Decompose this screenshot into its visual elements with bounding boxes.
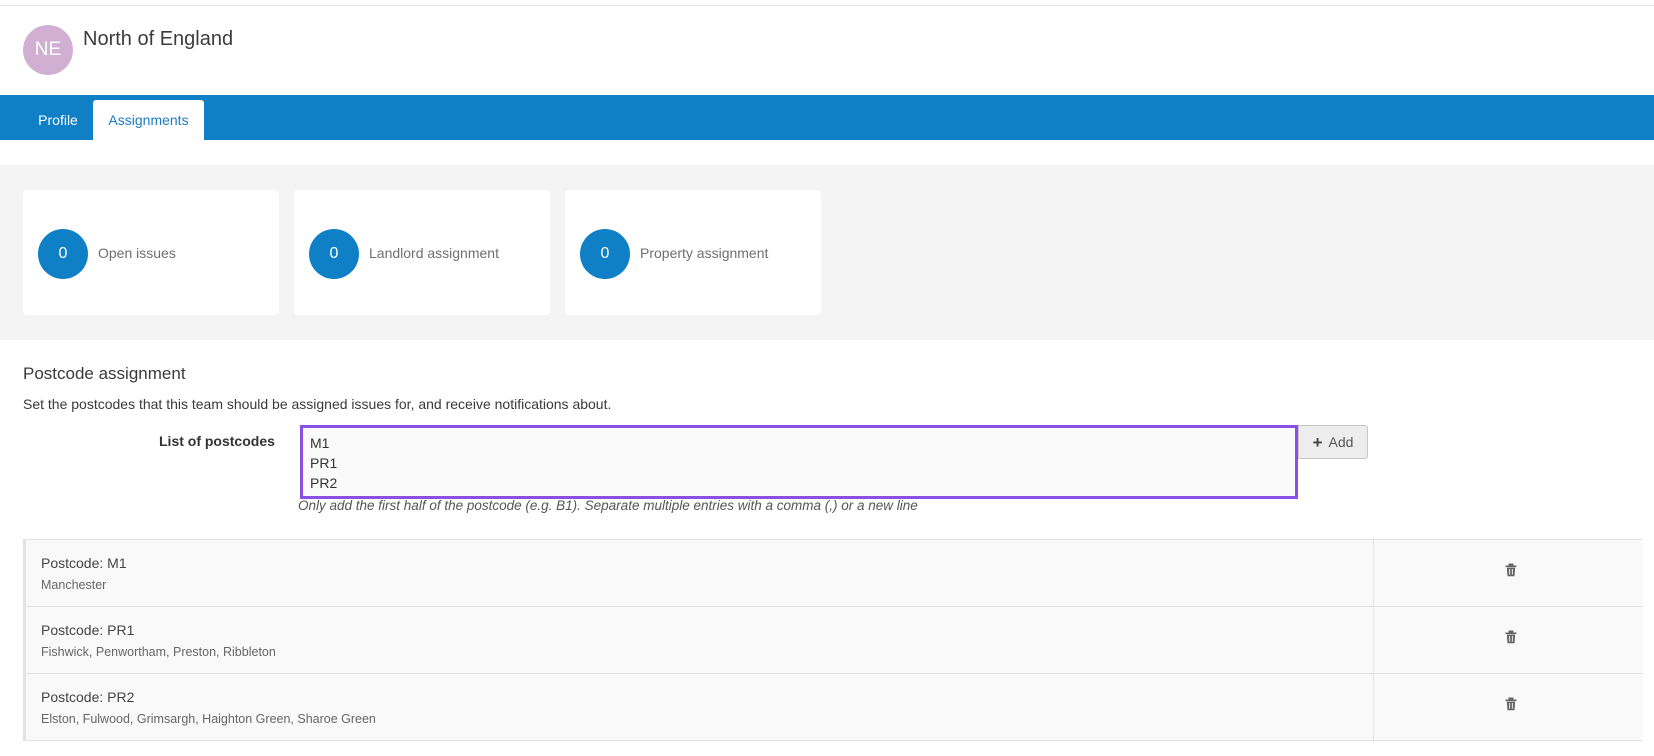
postcode-areas: Elston, Fulwood, Grimsargh, Haighton Gre… xyxy=(41,712,376,726)
postcode-row-m1: Postcode: M1 Manchester xyxy=(23,540,1643,607)
postcode-action-cell xyxy=(1373,674,1647,740)
postcodes-help-text: Only add the first half of the postcode … xyxy=(298,498,918,513)
postcode-title: Postcode: M1 xyxy=(41,555,127,571)
postcode-title: Postcode: PR1 xyxy=(41,622,135,638)
tab-bar: Profile Assignments xyxy=(0,95,1654,140)
tab-assignments[interactable]: Assignments xyxy=(93,100,204,140)
postcode-areas: Manchester xyxy=(41,578,107,592)
page-title: North of England xyxy=(83,28,234,50)
postcodes-field-label: List of postcodes xyxy=(159,433,275,449)
stat-label: Open issues xyxy=(98,245,176,261)
postcode-areas: Fishwick, Penwortham, Preston, Ribbleton xyxy=(41,645,276,659)
stat-card-open-issues: 0 Open issues xyxy=(23,190,279,315)
trash-icon[interactable] xyxy=(1504,697,1518,711)
stat-label: Property assignment xyxy=(640,245,769,261)
stat-count: 0 xyxy=(580,229,630,279)
section-description: Set the postcodes that this team should … xyxy=(23,396,612,412)
stat-card-landlord-assignment: 0 Landlord assignment xyxy=(294,190,550,315)
plus-icon: + xyxy=(1312,432,1323,452)
avatar: NE xyxy=(23,25,73,75)
add-button-label: Add xyxy=(1328,434,1354,450)
add-postcode-button[interactable]: + Add xyxy=(1298,425,1368,459)
stat-label: Landlord assignment xyxy=(369,245,499,261)
postcode-list: Postcode: M1 Manchester Postcode: PR1 Fi… xyxy=(23,539,1643,741)
postcode-title: Postcode: PR2 xyxy=(41,689,135,705)
stat-card-property-assignment: 0 Property assignment xyxy=(565,190,821,315)
postcodes-input[interactable]: M1 PR1 PR2 xyxy=(300,425,1298,499)
trash-icon[interactable] xyxy=(1504,563,1518,577)
stats-panel: 0 Open issues 0 Landlord assignment 0 Pr… xyxy=(0,165,1654,340)
stat-count: 0 xyxy=(309,229,359,279)
postcode-row-pr1: Postcode: PR1 Fishwick, Penwortham, Pres… xyxy=(23,607,1643,674)
postcode-row-pr2: Postcode: PR2 Elston, Fulwood, Grimsargh… xyxy=(23,674,1643,741)
postcode-action-cell xyxy=(1373,607,1647,673)
stat-count: 0 xyxy=(38,229,88,279)
postcode-action-cell xyxy=(1373,540,1647,606)
tab-profile[interactable]: Profile xyxy=(24,100,92,140)
team-header: NE North of England xyxy=(0,6,1654,95)
trash-icon[interactable] xyxy=(1504,630,1518,644)
section-title: Postcode assignment xyxy=(23,364,186,383)
